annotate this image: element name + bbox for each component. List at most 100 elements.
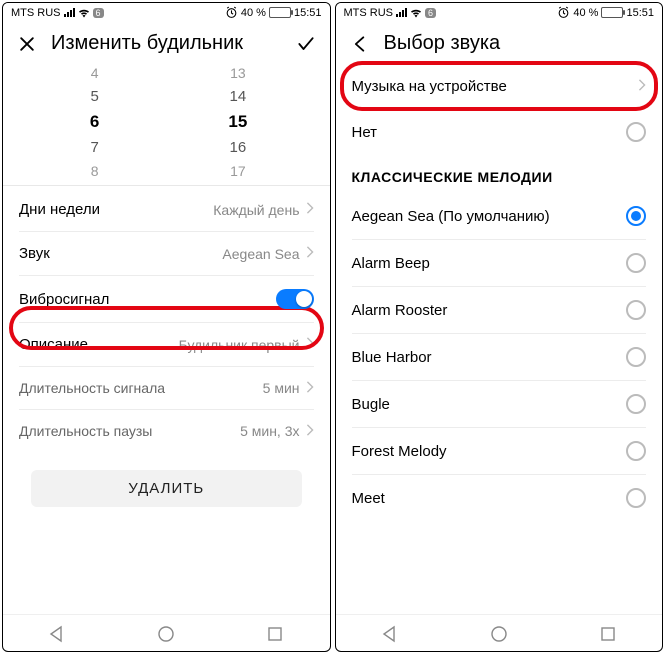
nav-back-icon[interactable] <box>381 625 399 643</box>
row-label: Meet <box>352 490 627 507</box>
radio-button[interactable] <box>626 488 646 508</box>
radio-button[interactable] <box>626 347 646 367</box>
battery-pct: 40 % <box>241 7 266 19</box>
chevron-right-icon <box>306 380 314 396</box>
signal-icon <box>64 8 75 17</box>
row-sound-option[interactable]: Meet <box>336 475 663 521</box>
row-label: Aegean Sea (По умолчанию) <box>352 208 627 225</box>
picker-value: 5 <box>90 88 98 105</box>
toggle-switch[interactable] <box>276 289 314 309</box>
section-title: КЛАССИЧЕСКИЕ МЕЛОДИИ <box>336 155 663 193</box>
chevron-right-icon <box>306 423 314 439</box>
picker-value: 16 <box>230 139 247 156</box>
row-pause-length[interactable]: Длительность паузы 5 мин, 3x <box>3 410 330 452</box>
carrier-label: MTS RUS <box>11 7 61 19</box>
row-sound-option[interactable]: Forest Melody <box>336 428 663 474</box>
picker-value: 7 <box>90 139 98 156</box>
status-time: 15:51 <box>626 7 654 19</box>
nav-back-icon[interactable] <box>48 625 66 643</box>
carrier-label: MTS RUS <box>344 7 394 19</box>
row-label: Нет <box>352 124 627 141</box>
row-label: Blue Harbor <box>352 349 627 366</box>
row-label: Музыка на устройстве <box>352 78 633 95</box>
nav-bar <box>336 614 663 651</box>
picker-value: 8 <box>91 163 99 179</box>
row-label: Forest Melody <box>352 443 627 460</box>
row-label: Звук <box>19 245 222 262</box>
hour-column[interactable]: 4 5 6 7 8 <box>23 65 166 179</box>
nav-recent-icon[interactable] <box>266 625 284 643</box>
minute-column[interactable]: 13 14 15 16 17 <box>166 65 309 179</box>
picker-value: 15 <box>228 112 247 132</box>
row-sound-option[interactable]: Aegean Sea (По умолчанию) <box>336 193 663 239</box>
picker-value: 4 <box>91 65 99 81</box>
row-value: Каждый день <box>213 202 299 218</box>
row-value: Будильник первый <box>179 337 300 353</box>
notification-badge: 6 <box>425 8 436 18</box>
picker-value: 6 <box>90 112 99 132</box>
row-sound-option[interactable]: Blue Harbor <box>336 334 663 380</box>
header: Изменить будильник <box>3 22 330 65</box>
row-label: Alarm Beep <box>352 255 627 272</box>
page-title: Изменить будильник <box>51 32 282 55</box>
radio-button[interactable] <box>626 441 646 461</box>
wifi-icon <box>410 8 422 18</box>
row-music-on-device[interactable]: Музыка на устройстве <box>336 65 663 108</box>
nav-recent-icon[interactable] <box>599 625 617 643</box>
row-none[interactable]: Нет <box>336 109 663 155</box>
chevron-right-icon <box>306 245 314 262</box>
status-bar: MTS RUS 6 40 % 15:51 <box>3 3 330 22</box>
status-time: 15:51 <box>294 7 322 19</box>
nav-home-icon[interactable] <box>157 625 175 643</box>
radio-button[interactable] <box>626 122 646 142</box>
header: Выбор звука <box>336 22 663 65</box>
battery-pct: 40 % <box>573 7 598 19</box>
signal-icon <box>396 8 407 17</box>
wifi-icon <box>78 8 90 18</box>
row-sound-option[interactable]: Alarm Beep <box>336 240 663 286</box>
row-label: Дни недели <box>19 201 213 218</box>
battery-icon <box>601 7 623 18</box>
time-picker[interactable]: 4 5 6 7 8 13 14 15 16 17 <box>3 65 330 183</box>
row-signal-length[interactable]: Длительность сигнала 5 мин <box>3 367 330 409</box>
picker-value: 13 <box>230 65 246 81</box>
row-value: 5 мин, 3x <box>240 423 299 439</box>
picker-value: 17 <box>230 163 246 179</box>
radio-button[interactable] <box>626 394 646 414</box>
row-sound[interactable]: Звук Aegean Sea <box>3 232 330 275</box>
row-vibrate[interactable]: Вибросигнал <box>3 276 330 322</box>
radio-button[interactable] <box>626 300 646 320</box>
phone-right: MTS RUS 6 40 % 15:51 Выбор звука Музыка … <box>335 2 664 652</box>
row-value: Aegean Sea <box>222 246 299 262</box>
row-label: Bugle <box>352 396 627 413</box>
radio-button[interactable] <box>626 206 646 226</box>
row-description[interactable]: Описание Будильник первый <box>3 323 330 366</box>
chevron-right-icon <box>638 78 646 95</box>
alarm-icon <box>557 6 570 19</box>
row-days[interactable]: Дни недели Каждый день <box>3 188 330 231</box>
page-title: Выбор звука <box>384 32 649 55</box>
chevron-right-icon <box>306 201 314 218</box>
chevron-right-icon <box>306 336 314 353</box>
row-value: 5 мин <box>263 380 300 396</box>
row-label: Вибросигнал <box>19 291 276 308</box>
phone-left: MTS RUS 6 40 % 15:51 Изменить будильник … <box>2 2 331 652</box>
row-label: Alarm Rooster <box>352 302 627 319</box>
notification-badge: 6 <box>93 8 104 18</box>
row-sound-option[interactable]: Alarm Rooster <box>336 287 663 333</box>
row-label: Длительность паузы <box>19 423 240 439</box>
row-label: Длительность сигнала <box>19 380 263 396</box>
picker-value: 14 <box>230 88 247 105</box>
delete-button[interactable]: УДАЛИТЬ <box>31 470 302 507</box>
status-bar: MTS RUS 6 40 % 15:51 <box>336 3 663 22</box>
row-sound-option[interactable]: Bugle <box>336 381 663 427</box>
radio-button[interactable] <box>626 253 646 273</box>
alarm-icon <box>225 6 238 19</box>
back-icon[interactable] <box>350 34 370 54</box>
row-label: Описание <box>19 336 179 353</box>
nav-home-icon[interactable] <box>490 625 508 643</box>
nav-bar <box>3 614 330 651</box>
battery-icon <box>269 7 291 18</box>
close-icon[interactable] <box>17 34 37 54</box>
confirm-icon[interactable] <box>296 34 316 54</box>
